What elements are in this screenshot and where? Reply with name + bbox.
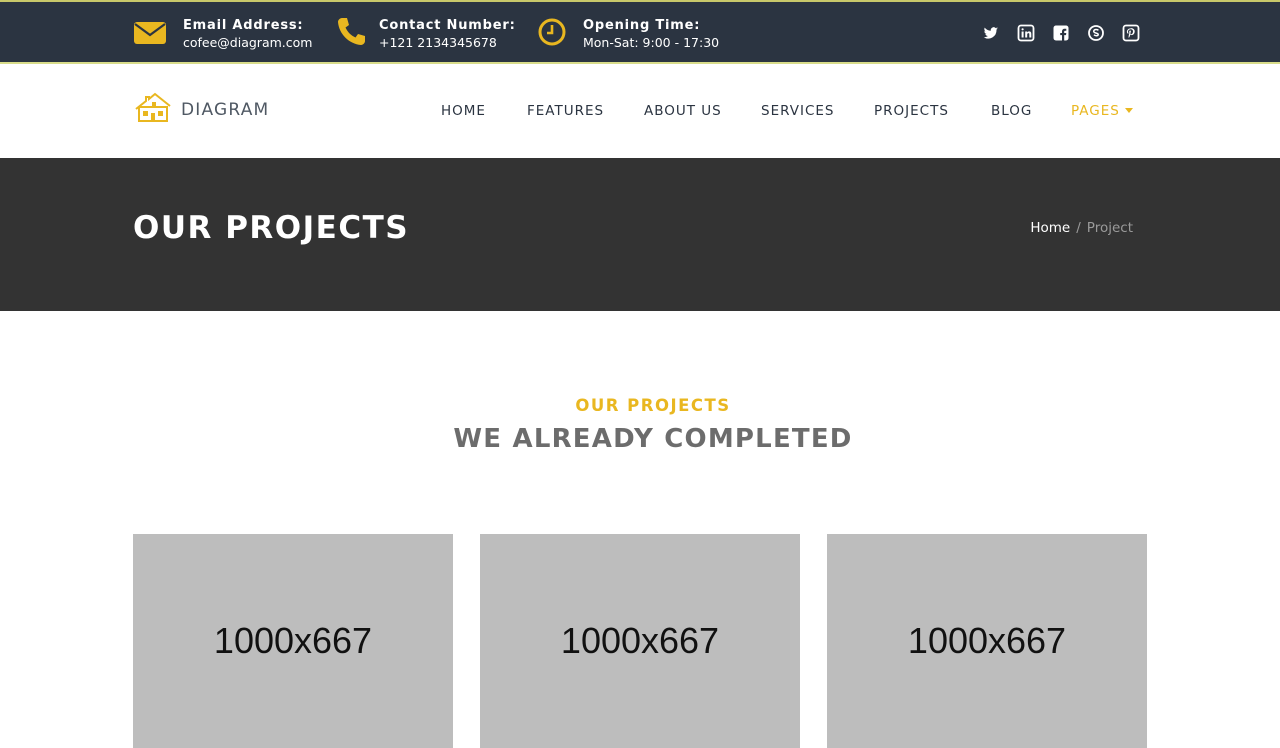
page-title-banner: OUR PROJECTS Home / Project (0, 158, 1280, 311)
nav-services[interactable]: SERVICES (761, 103, 834, 119)
breadcrumb-current: Project (1086, 220, 1133, 236)
clock-icon (537, 15, 571, 49)
nav-home[interactable]: HOME (441, 103, 486, 119)
project-image-placeholder: 1000x667 (213, 620, 373, 661)
twitter-icon[interactable] (982, 24, 1000, 42)
project-card[interactable]: 1000x667 (480, 534, 800, 748)
nav-projects[interactable]: PROJECTS (874, 103, 949, 119)
section-title: WE ALREADY COMPLETED (453, 424, 853, 454)
top-info-bar: Email Address: cofee@diagram.com Contact… (0, 0, 1280, 64)
section-subtitle: OUR PROJECTS (575, 396, 731, 415)
project-card[interactable]: 1000x667 (827, 534, 1147, 748)
caret-down-icon (1124, 108, 1133, 113)
email-label: Email Address: (183, 18, 304, 33)
envelope-icon (133, 15, 167, 49)
nav-features[interactable]: FEATURES (527, 103, 604, 119)
breadcrumb-home[interactable]: Home (1030, 220, 1070, 236)
house-logo-icon (135, 92, 171, 122)
skype-icon[interactable] (1087, 24, 1105, 42)
phone-label: Contact Number: (379, 18, 516, 33)
breadcrumb-separator: / (1076, 220, 1081, 236)
facebook-icon[interactable] (1052, 24, 1070, 42)
nav-blog[interactable]: BLOG (991, 103, 1032, 119)
project-image-placeholder: 1000x667 (560, 620, 720, 661)
project-card[interactable]: 1000x667 (133, 534, 453, 748)
hours-value: Mon-Sat: 9:00 - 17:30 (583, 35, 720, 50)
nav-pages-label: PAGES (1071, 103, 1120, 119)
logo-text: DIAGRAM (181, 100, 270, 120)
project-image-placeholder: 1000x667 (907, 620, 1067, 661)
nav-about-us[interactable]: ABOUT US (644, 103, 722, 119)
main-header: DIAGRAM HOME FEATURES ABOUT US SERVICES … (0, 64, 1280, 158)
page-title: OUR PROJECTS (133, 210, 410, 246)
pinterest-icon[interactable] (1122, 24, 1140, 42)
hours-label: Opening Time: (583, 18, 701, 33)
nav-pages[interactable]: PAGES (1071, 103, 1133, 119)
phone-value[interactable]: +121 2134345678 (379, 34, 516, 51)
phone-icon (334, 15, 368, 49)
linkedin-icon[interactable] (1017, 24, 1035, 42)
breadcrumb: Home / Project (1030, 220, 1133, 236)
email-value[interactable]: cofee@diagram.com (183, 34, 312, 51)
